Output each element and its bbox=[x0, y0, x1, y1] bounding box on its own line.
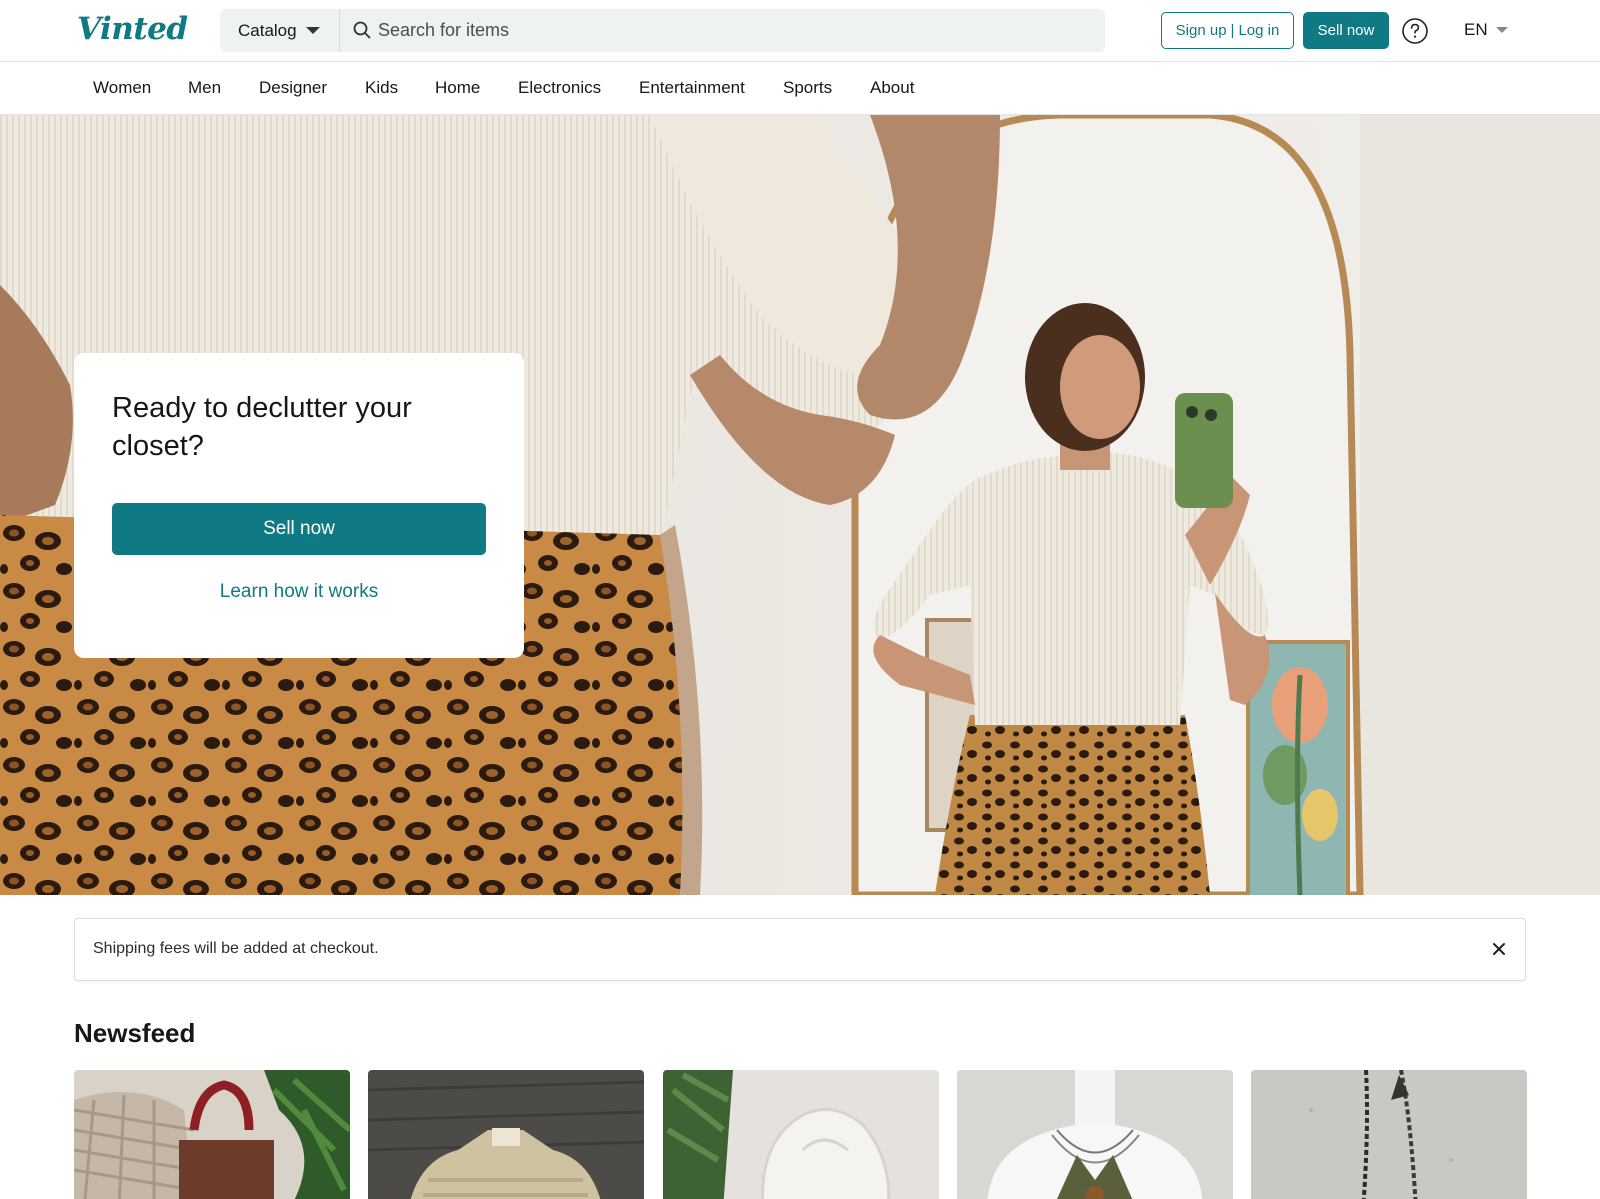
nav-item-entertainment[interactable]: Entertainment bbox=[639, 78, 745, 98]
newsfeed-item[interactable] bbox=[368, 1070, 644, 1199]
search-input[interactable] bbox=[378, 9, 1078, 52]
chain-necklace-photo bbox=[1251, 1070, 1527, 1199]
language-label: EN bbox=[1464, 20, 1488, 39]
nav-item-kids[interactable]: Kids bbox=[365, 78, 398, 98]
striped-polo-shirt-photo bbox=[368, 1070, 644, 1199]
search-bar: Catalog bbox=[220, 9, 1105, 52]
language-selector[interactable]: EN bbox=[1464, 20, 1508, 40]
shipping-notice-text: Shipping fees will be added at checkout. bbox=[93, 940, 379, 957]
shipping-notice: Shipping fees will be added at checkout. bbox=[74, 918, 1526, 981]
top-header: Vinted Catalog Sign up | Log in Sell now… bbox=[0, 0, 1600, 62]
nav-item-women[interactable]: Women bbox=[93, 78, 151, 98]
hero-title: Ready to declutter your closet? bbox=[112, 392, 412, 462]
nav-item-about[interactable]: About bbox=[870, 78, 914, 98]
chevron-down-icon bbox=[305, 27, 320, 34]
newsfeed-item[interactable] bbox=[74, 1070, 350, 1199]
catalog-dropdown[interactable]: Catalog bbox=[220, 9, 340, 52]
vinted-logo[interactable]: Vinted bbox=[77, 11, 188, 47]
signup-label: Sign up bbox=[1175, 22, 1227, 39]
chevron-down-icon bbox=[1495, 27, 1508, 33]
catalog-label: Catalog bbox=[238, 20, 297, 40]
search-icon bbox=[353, 21, 371, 39]
white-hoodie-photo bbox=[663, 1070, 939, 1199]
help-icon[interactable] bbox=[1401, 17, 1429, 45]
olive-bikini-top-photo bbox=[957, 1070, 1233, 1199]
nav-item-electronics[interactable]: Electronics bbox=[518, 78, 601, 98]
newsfeed-item[interactable] bbox=[1251, 1070, 1527, 1199]
signup-login-button[interactable]: Sign up | Log in bbox=[1161, 12, 1294, 49]
nav-item-home[interactable]: Home bbox=[435, 78, 480, 98]
hero-banner: Ready to declutter your closet? Sell now… bbox=[0, 115, 1600, 895]
category-nav: Women Men Designer Kids Home Electronics… bbox=[0, 62, 1600, 115]
login-label: Log in bbox=[1238, 22, 1280, 39]
header-sell-now-button[interactable]: Sell now bbox=[1303, 12, 1389, 49]
newsfeed-item[interactable] bbox=[957, 1070, 1233, 1199]
hero-sell-now-button[interactable]: Sell now bbox=[112, 503, 486, 555]
nav-item-designer[interactable]: Designer bbox=[259, 78, 327, 98]
close-icon[interactable] bbox=[1489, 939, 1509, 959]
woven-bag-photo bbox=[74, 1070, 350, 1199]
hero-card: Ready to declutter your closet? Sell now… bbox=[74, 353, 524, 658]
newsfeed-item[interactable] bbox=[663, 1070, 939, 1199]
signup-login-separator: | bbox=[1230, 22, 1235, 39]
nav-item-sports[interactable]: Sports bbox=[783, 78, 832, 98]
learn-how-it-works-link[interactable]: Learn how it works bbox=[112, 581, 486, 603]
newsfeed-title: Newsfeed bbox=[74, 1018, 196, 1048]
nav-item-men[interactable]: Men bbox=[188, 78, 221, 98]
